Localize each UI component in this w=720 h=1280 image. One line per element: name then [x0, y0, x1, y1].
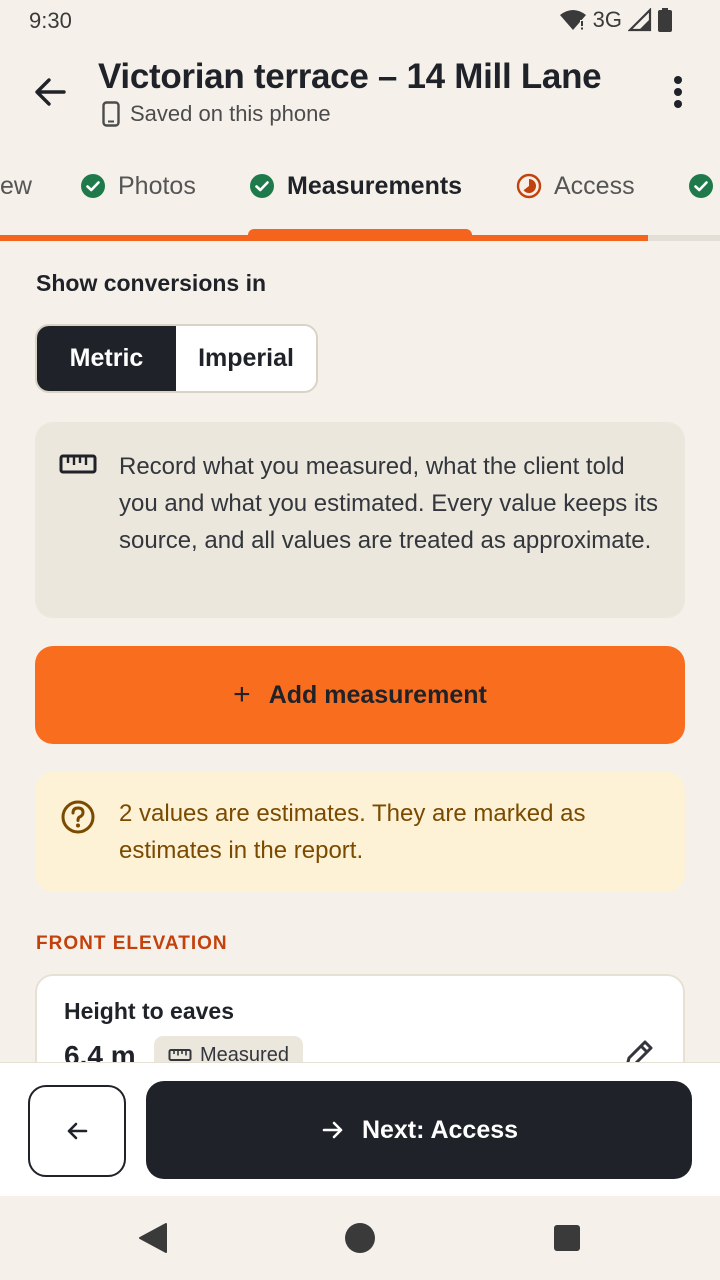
check-circle-icon: [689, 174, 713, 198]
ruler-icon: [168, 1049, 192, 1061]
app-screen: 9:30 3G Victorian terrace – 14 Mill Lane: [0, 0, 720, 1280]
tab-label: Access: [554, 171, 635, 200]
battery-icon: [658, 8, 672, 32]
save-status-text: Saved on this phone: [130, 101, 331, 126]
in-progress-icon: [516, 173, 542, 199]
tab-label: ew: [0, 171, 32, 200]
info-text: Record what you measured, what the clien…: [119, 453, 658, 554]
tab-label: Photos: [118, 171, 196, 200]
help-circle-icon: [61, 800, 95, 834]
plus-icon: +: [233, 678, 251, 711]
nav-recents-icon[interactable]: [553, 1224, 581, 1252]
active-tab-indicator: [248, 229, 472, 241]
tab-access[interactable]: Access: [516, 168, 635, 204]
estimate-notice-text: 2 values are estimates. They are marked …: [119, 800, 586, 864]
add-measurement-button[interactable]: + Add measurement: [35, 646, 685, 744]
group-title: FRONT ELEVATION: [36, 933, 228, 954]
phone-icon: [102, 101, 120, 127]
signal-icon: [628, 8, 652, 32]
tab-next[interactable]: [688, 168, 714, 204]
conversions-label: Show conversions in: [36, 270, 267, 296]
bottom-action-bar: Next: Access: [0, 1062, 720, 1196]
nav-home-icon[interactable]: [344, 1222, 376, 1254]
status-icons: 3G: [559, 7, 672, 33]
check-circle-icon: [81, 174, 105, 198]
metric-option[interactable]: Metric: [37, 326, 176, 391]
more-options-icon[interactable]: [660, 72, 696, 112]
system-nav-bar: [0, 1196, 720, 1280]
save-status: Saved on this phone: [102, 100, 331, 128]
step-tabs: ew Photos Measurements Access: [0, 150, 720, 242]
tab-measurements[interactable]: Measurements: [249, 168, 462, 204]
network-type: 3G: [592, 7, 622, 32]
tab-label: Measurements: [287, 171, 463, 200]
arrow-left-icon: [67, 1122, 88, 1140]
status-bar: 9:30 3G: [0, 0, 720, 42]
check-circle-icon: [250, 174, 274, 198]
previous-button[interactable]: [28, 1085, 126, 1177]
next-button-label: Next: Access: [361, 1115, 519, 1144]
estimate-notice: 2 values are estimates. They are marked …: [35, 772, 685, 892]
next-button[interactable]: Next: Access: [146, 1081, 692, 1179]
tab-photos[interactable]: Photos: [80, 168, 196, 204]
add-measurement-label: Add measurement: [268, 680, 487, 709]
imperial-option[interactable]: Imperial: [176, 326, 316, 391]
tab-overview[interactable]: ew: [0, 168, 32, 204]
nav-back-icon[interactable]: [138, 1222, 168, 1254]
unit-toggle: Metric Imperial: [35, 324, 318, 393]
arrow-right-icon: [322, 1121, 343, 1139]
measurement-name: Height to eaves: [64, 998, 234, 1024]
status-time: 9:30: [29, 8, 72, 33]
ruler-icon: [59, 454, 97, 474]
wifi-icon: [559, 10, 586, 30]
page-title: Victorian terrace – 14 Mill Lane: [98, 57, 602, 96]
info-card: Record what you measured, what the clien…: [35, 422, 685, 618]
back-arrow-icon[interactable]: [30, 72, 70, 112]
